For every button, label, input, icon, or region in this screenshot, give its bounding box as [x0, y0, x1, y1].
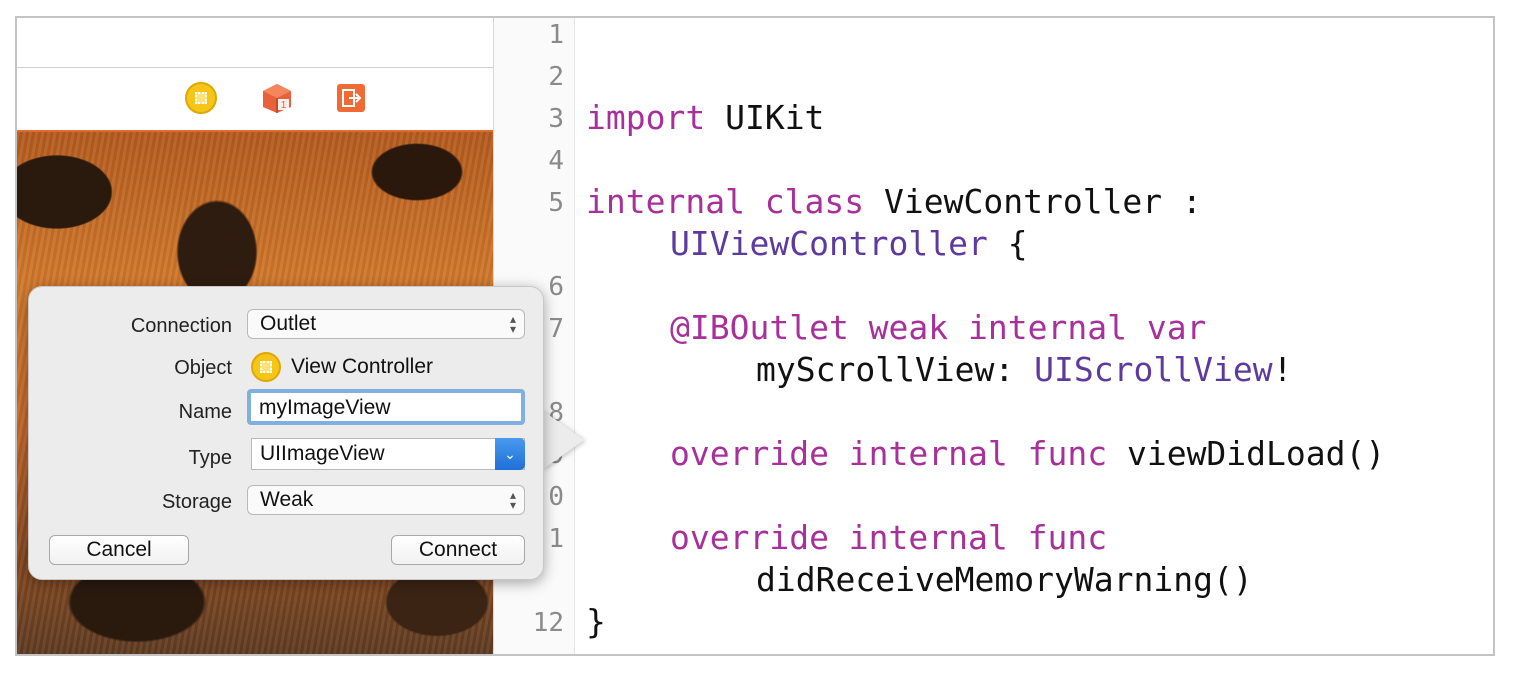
canvas-top-area: [17, 18, 493, 68]
first-responder-icon[interactable]: 1: [261, 82, 293, 114]
connection-popover: Connection Outlet ▴ ▾ Object View Control…: [28, 286, 544, 580]
scene-dock: 1: [17, 68, 493, 132]
code-text: viewDidLoad(): [1107, 434, 1386, 473]
up-down-chevron-icon: ▴ ▾: [509, 312, 516, 336]
code-keyword: internal class: [586, 182, 865, 221]
line-number: 12: [532, 608, 564, 638]
name-field[interactable]: myImageView: [247, 389, 525, 425]
connection-value: Outlet: [260, 312, 317, 335]
code-text: UIKit: [705, 98, 825, 137]
type-label: Type: [188, 447, 232, 469]
code-type: UIScrollView: [1034, 350, 1273, 389]
name-label: Name: [178, 401, 232, 423]
object-value: View Controller: [291, 355, 434, 378]
popover-arrow: [542, 410, 584, 470]
code-line-11-cont: didReceiveMemoryWarning(): [756, 560, 1253, 599]
code-keyword: import: [586, 98, 706, 137]
connect-button[interactable]: Connect: [391, 535, 525, 565]
line-number: 4: [548, 146, 564, 176]
object-label: Object: [174, 357, 232, 379]
code-keyword: override internal func: [670, 434, 1108, 473]
connection-select[interactable]: Outlet ▴ ▾: [247, 309, 525, 339]
code-text: {: [987, 224, 1028, 263]
code-editor[interactable]: 1 2 3 4 5 6 7 8 9 0 1 12 import UIKit in…: [494, 18, 1493, 654]
cancel-button[interactable]: Cancel: [49, 535, 189, 565]
storage-value: Weak: [260, 488, 314, 511]
code-line-7: @IBOutlet weak internal var: [670, 308, 1206, 347]
svg-text:1: 1: [281, 100, 287, 111]
code-line-12: }: [586, 602, 606, 641]
view-controller-icon: [251, 352, 281, 382]
type-combobox[interactable]: UIImageView ⌄: [251, 438, 525, 470]
code-line-5: internal class ViewController :: [586, 182, 1202, 221]
chevron-down-icon[interactable]: ⌄: [495, 438, 525, 470]
line-number: 1: [548, 20, 564, 50]
type-value: UIImageView: [260, 442, 385, 465]
code-text: didReceiveMemoryWarning(): [756, 560, 1253, 599]
storage-label: Storage: [161, 491, 232, 513]
code-line-5-cont: UIViewController {: [670, 224, 1028, 263]
code-keyword: @IBOutlet weak internal var: [670, 308, 1207, 347]
code-line-7-cont: myScrollView: UIScrollView!: [756, 350, 1292, 389]
storage-select[interactable]: Weak ▴ ▾: [247, 485, 525, 515]
up-down-chevron-icon: ▴ ▾: [509, 488, 516, 512]
line-number: 2: [548, 62, 564, 92]
code-line-9: override internal func viewDidLoad(): [670, 434, 1385, 473]
line-number: 5: [548, 188, 564, 218]
code-keyword: override internal func: [670, 518, 1108, 557]
connection-label: Connection: [130, 315, 232, 337]
code-text: !: [1272, 350, 1293, 389]
code-text: myScrollView:: [756, 350, 1035, 389]
exit-icon[interactable]: [337, 84, 365, 112]
code-line-3: import UIKit: [586, 98, 824, 137]
code-type: UIViewController: [670, 224, 988, 263]
code-line-11: override internal func: [670, 518, 1107, 557]
view-controller-icon[interactable]: [185, 82, 217, 114]
line-number: 3: [548, 104, 564, 134]
code-text: ViewController :: [864, 182, 1202, 221]
